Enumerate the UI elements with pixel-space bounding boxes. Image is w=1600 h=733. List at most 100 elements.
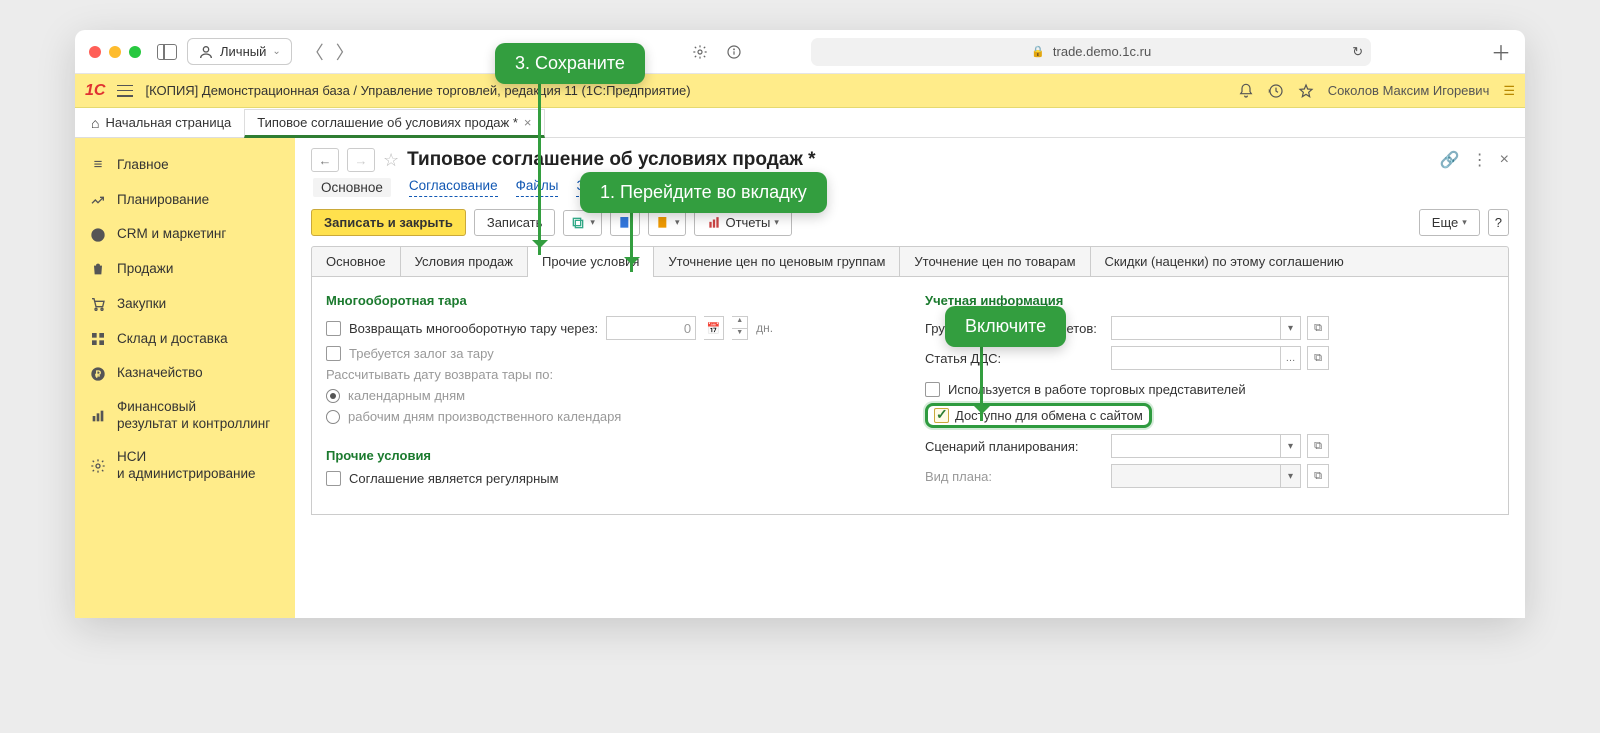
person-icon bbox=[198, 43, 214, 60]
open-ref-icon[interactable]: ⧉ bbox=[1307, 346, 1329, 370]
sidebar-item-treasury[interactable]: ₽Казначейство bbox=[75, 357, 295, 392]
chart-icon bbox=[89, 191, 107, 210]
sidebar-item-purchase[interactable]: Закупки bbox=[75, 287, 295, 322]
profile-chip[interactable]: Личный ⌄ bbox=[187, 38, 292, 65]
reports-label: Отчеты bbox=[725, 215, 770, 230]
fin-group-combo[interactable]: ▾ bbox=[1111, 316, 1301, 340]
back-button[interactable]: 〈 bbox=[302, 39, 328, 65]
lock-icon: 🔒 bbox=[1031, 45, 1045, 58]
info-icon[interactable] bbox=[722, 40, 746, 64]
sidebar-item-planning[interactable]: Планирование bbox=[75, 183, 295, 218]
plan-scenario-combo[interactable]: ▾ bbox=[1111, 434, 1301, 458]
regular-checkbox[interactable] bbox=[326, 471, 341, 486]
new-tab-button[interactable]: ＋ bbox=[1491, 37, 1511, 66]
reload-icon[interactable]: ↻ bbox=[1352, 44, 1363, 60]
open-ref-icon[interactable]: ⧉ bbox=[1307, 464, 1329, 488]
trade-rep-label: Используется в работе торговых представи… bbox=[948, 382, 1246, 397]
sidebar-item-sales[interactable]: Продажи bbox=[75, 252, 295, 287]
copy-button[interactable]: ▾ bbox=[563, 210, 602, 236]
print-button[interactable]: ▾ bbox=[648, 210, 687, 236]
document-tabs: ⌂ Начальная страница Типовое соглашение … bbox=[75, 108, 1525, 138]
sidebar-label: Финансовый результат и контроллинг bbox=[117, 399, 270, 433]
site-exchange-highlight: Доступно для обмена с сайтом bbox=[925, 403, 1152, 428]
help-button[interactable]: ? bbox=[1488, 209, 1509, 236]
maximize-window-dot[interactable] bbox=[129, 46, 141, 58]
callout-enable: Включите bbox=[945, 306, 1066, 347]
tab-home-label: Начальная страница bbox=[105, 115, 231, 130]
create-from-button[interactable] bbox=[610, 210, 640, 236]
radio-work-label: рабочим дням производственного календаря bbox=[348, 409, 621, 424]
tab-sale-conditions[interactable]: Условия продаж bbox=[401, 247, 528, 276]
app-header: 1C [КОПИЯ] Демонстрационная база / Управ… bbox=[75, 74, 1525, 108]
save-and-close-button[interactable]: Записать и закрыть bbox=[311, 209, 466, 236]
open-ref-icon[interactable]: ⧉ bbox=[1307, 434, 1329, 458]
logo-1c: 1C bbox=[85, 82, 105, 100]
trade-rep-checkbox[interactable] bbox=[925, 382, 940, 397]
favorite-star-icon[interactable]: ☆ bbox=[383, 150, 399, 171]
tab-close-icon[interactable]: × bbox=[524, 115, 532, 130]
sidebar-item-finance[interactable]: Финансовый результат и контроллинг bbox=[75, 391, 295, 441]
main-menu-icon[interactable] bbox=[117, 85, 133, 97]
settings-icon[interactable]: ☰ bbox=[1503, 83, 1515, 99]
link-icon[interactable]: 🔗 bbox=[1440, 150, 1460, 170]
sidebar-item-warehouse[interactable]: Склад и доставка bbox=[75, 322, 295, 357]
pie-icon bbox=[89, 226, 107, 245]
app-title: [КОПИЯ] Демонстрационная база / Управлен… bbox=[145, 83, 1225, 98]
view-link-approval[interactable]: Согласование bbox=[409, 178, 498, 197]
left-column: Многооборотная тара Возвращать многообор… bbox=[326, 289, 895, 494]
minimize-window-dot[interactable] bbox=[109, 46, 121, 58]
calendar-picker-icon[interactable]: 📅 bbox=[704, 316, 724, 340]
document-title: Типовое соглашение об условиях продаж * bbox=[407, 149, 815, 171]
spin-buttons[interactable]: ▲▼ bbox=[732, 316, 748, 340]
tab-home[interactable]: ⌂ Начальная страница bbox=[79, 108, 244, 137]
browser-toolbar: Личный ⌄ 〈 〉 🔒 trade.demo.1c.ru ↻ ＋ bbox=[75, 30, 1525, 74]
traffic-lights bbox=[89, 46, 141, 58]
star-icon[interactable] bbox=[1298, 82, 1314, 99]
settings-gear-icon[interactable] bbox=[688, 40, 712, 64]
sidebar-item-nsi[interactable]: НСИ и администрирование bbox=[75, 441, 295, 491]
close-icon[interactable]: × bbox=[1500, 151, 1509, 169]
tab-agreement[interactable]: Типовое соглашение об условиях продаж * … bbox=[244, 109, 544, 138]
group-tara-title: Многооборотная тара bbox=[326, 293, 895, 308]
content-area: ← → ☆ Типовое соглашение об условиях про… bbox=[295, 138, 1525, 618]
group-other-title: Прочие условия bbox=[326, 448, 895, 463]
section-sidebar: ≡Главное Планирование CRM и маркетинг Пр… bbox=[75, 138, 295, 618]
more-vertical-icon[interactable]: ⋮ bbox=[1472, 150, 1488, 170]
home-icon: ⌂ bbox=[91, 115, 99, 131]
return-days-input[interactable]: 0 bbox=[606, 316, 696, 340]
dds-combo[interactable]: … bbox=[1111, 346, 1301, 370]
sidebar-item-crm[interactable]: CRM и маркетинг bbox=[75, 218, 295, 253]
tab-price-groups[interactable]: Уточнение цен по ценовым группам bbox=[654, 247, 900, 276]
return-tara-checkbox[interactable] bbox=[326, 321, 341, 336]
sidebar-label: Закупки bbox=[117, 296, 166, 313]
radio-calendar-days bbox=[326, 389, 340, 403]
view-link-main[interactable]: Основное bbox=[313, 178, 391, 197]
sidebar-item-main[interactable]: ≡Главное bbox=[75, 148, 295, 183]
tab-content: Многооборотная тара Возвращать многообор… bbox=[311, 277, 1509, 515]
url-bar[interactable]: 🔒 trade.demo.1c.ru ↻ bbox=[811, 38, 1371, 66]
more-button[interactable]: Еще▾ bbox=[1419, 209, 1480, 236]
nav-forward-button[interactable]: → bbox=[347, 148, 375, 172]
open-ref-icon[interactable]: ⧉ bbox=[1307, 316, 1329, 340]
bell-icon[interactable] bbox=[1238, 82, 1254, 99]
arrow-tab bbox=[630, 212, 633, 272]
user-name[interactable]: Соколов Максим Игоревич bbox=[1328, 83, 1490, 98]
form-tabs: Основное Условия продаж Прочие условия У… bbox=[311, 246, 1509, 277]
nav-back-button[interactable]: ← bbox=[311, 148, 339, 172]
bars-icon bbox=[89, 407, 107, 426]
site-exchange-checkbox[interactable] bbox=[934, 408, 949, 423]
save-button[interactable]: Записать bbox=[474, 209, 556, 236]
sidebar-toggle-icon[interactable] bbox=[157, 44, 177, 60]
forward-button[interactable]: 〉 bbox=[332, 39, 358, 65]
calc-return-label: Рассчитывать дату возврата тары по: bbox=[326, 367, 895, 382]
tab-agreement-label: Типовое соглашение об условиях продаж * bbox=[257, 115, 518, 130]
close-window-dot[interactable] bbox=[89, 46, 101, 58]
svg-text:₽: ₽ bbox=[95, 369, 101, 379]
boxes-icon bbox=[89, 330, 107, 349]
tab-discounts[interactable]: Скидки (наценки) по этому соглашению bbox=[1091, 247, 1358, 276]
tab-main[interactable]: Основное bbox=[312, 247, 401, 276]
history-icon[interactable] bbox=[1268, 82, 1284, 99]
reports-button[interactable]: Отчеты▾ bbox=[694, 209, 791, 236]
radio-calendar-label: календарным дням bbox=[348, 388, 465, 403]
tab-price-goods[interactable]: Уточнение цен по товарам bbox=[900, 247, 1090, 276]
